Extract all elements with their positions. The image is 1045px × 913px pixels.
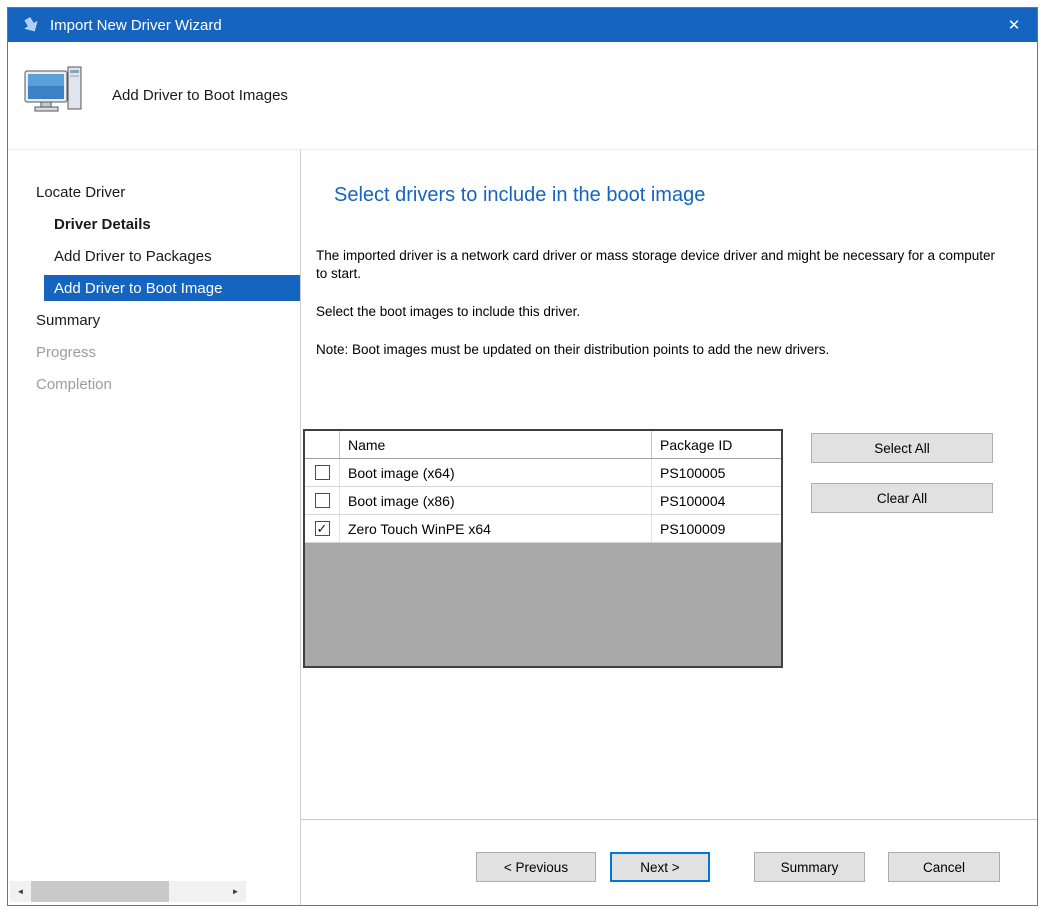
table-header-row: Name Package ID (305, 431, 781, 459)
checkbox-cell (305, 459, 339, 486)
main-panel: Select drivers to include in the boot im… (301, 150, 1037, 819)
table-side-buttons: Select All Clear All (811, 429, 993, 668)
wizard-content: Select drivers to include in the boot im… (301, 150, 1037, 905)
scroll-right-icon[interactable]: ► (225, 881, 246, 902)
content-heading: Select drivers to include in the boot im… (334, 184, 1037, 207)
package-id: PS100004 (651, 487, 781, 514)
package-id: PS100005 (651, 459, 781, 486)
step-summary[interactable]: Summary (8, 304, 300, 336)
checkbox-unchecked-icon[interactable] (315, 465, 330, 480)
wizard-window: Import New Driver Wizard ✕ Add Driver to… (7, 7, 1038, 906)
description-paragraph-2: Select the boot images to include this d… (316, 303, 997, 321)
boot-images-table: Name Package ID Boot image (x64)PS100005… (303, 429, 783, 668)
boot-image-row[interactable]: Boot image (x86)PS100004 (305, 487, 781, 515)
next-button[interactable]: Next > (610, 852, 710, 882)
step-driver-details[interactable]: Driver Details (8, 208, 300, 240)
scrollbar-thumb[interactable] (31, 881, 169, 902)
boot-image-name: Boot image (x86) (339, 487, 651, 514)
boot-image-rows: Boot image (x64)PS100005Boot image (x86)… (305, 459, 781, 543)
step-progress: Progress (8, 336, 300, 368)
footer-bar: < Previous Next > Summary Cancel (301, 819, 1037, 905)
checkbox-column-header (305, 431, 339, 458)
description: The imported driver is a network card dr… (316, 247, 997, 359)
wizard-header: Add Driver to Boot Images (8, 42, 1037, 150)
previous-button[interactable]: < Previous (476, 852, 596, 882)
checkbox-cell (305, 487, 339, 514)
column-header-name[interactable]: Name (339, 431, 651, 458)
boot-images-section: Name Package ID Boot image (x64)PS100005… (303, 429, 1037, 668)
boot-image-row[interactable]: ✓ Zero Touch WinPE x64PS100009 (305, 515, 781, 543)
computer-icon (24, 66, 86, 125)
horizontal-scrollbar[interactable]: ◄ ► (10, 881, 246, 902)
checkbox-checked-icon[interactable]: ✓ (315, 521, 330, 536)
package-id: PS100009 (651, 515, 781, 542)
checkbox-unchecked-icon[interactable] (315, 493, 330, 508)
page-title: Add Driver to Boot Images (112, 87, 288, 104)
cancel-button[interactable]: Cancel (888, 852, 1000, 882)
select-all-button[interactable]: Select All (811, 433, 993, 463)
step-add-driver-to-boot-image[interactable]: Add Driver to Boot Image (44, 275, 300, 301)
boot-image-name: Zero Touch WinPE x64 (339, 515, 651, 542)
boot-image-row[interactable]: Boot image (x64)PS100005 (305, 459, 781, 487)
description-paragraph-1: The imported driver is a network card dr… (316, 247, 997, 283)
table-empty-area (305, 543, 781, 666)
wizard-import-arrow-icon (22, 16, 40, 34)
boot-image-name: Boot image (x64) (339, 459, 651, 486)
window-title: Import New Driver Wizard (50, 17, 222, 34)
wizard-steps-sidebar: Locate DriverDriver DetailsAdd Driver to… (8, 150, 301, 905)
description-paragraph-3: Note: Boot images must be updated on the… (316, 341, 997, 359)
step-locate-driver[interactable]: Locate Driver (8, 176, 300, 208)
close-icon[interactable]: ✕ (991, 8, 1037, 42)
scrollbar-track[interactable] (31, 881, 225, 902)
step-completion: Completion (8, 368, 300, 400)
titlebar: Import New Driver Wizard ✕ (8, 8, 1037, 42)
wizard-steps: Locate DriverDriver DetailsAdd Driver to… (8, 176, 300, 400)
checkbox-cell: ✓ (305, 515, 339, 542)
wizard-body: Locate DriverDriver DetailsAdd Driver to… (8, 150, 1037, 905)
column-header-package-id[interactable]: Package ID (651, 431, 781, 458)
step-add-driver-to-packages[interactable]: Add Driver to Packages (8, 240, 300, 272)
summary-button[interactable]: Summary (754, 852, 865, 882)
clear-all-button[interactable]: Clear All (811, 483, 993, 513)
scroll-left-icon[interactable]: ◄ (10, 881, 31, 902)
